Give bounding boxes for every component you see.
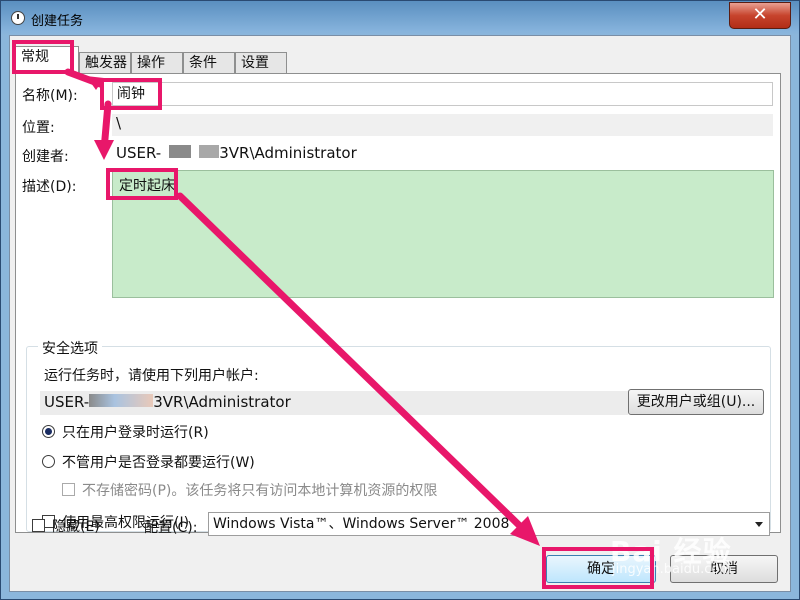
close-button[interactable]: ✕: [729, 2, 791, 29]
author-prefix: USER-: [116, 144, 162, 162]
hidden-label[interactable]: 隐藏(E): [52, 516, 100, 536]
location-label: 位置:: [22, 120, 55, 136]
run-as-user-value: USER- 3VR\Administrator: [40, 391, 628, 415]
name-input[interactable]: 闹钟: [112, 82, 773, 106]
author-value: USER- 3VR\Administrator: [116, 144, 357, 162]
run-logged-on-radio[interactable]: [42, 425, 55, 438]
redacted-block: [199, 145, 220, 158]
description-text: 定时起床: [119, 178, 175, 194]
user-suffix: 3VR\Administrator: [153, 393, 291, 411]
create-task-window: 创建任务 ✕ 常规 触发器 操作 条件 设置 名称(M): 闹钟 位置: \ 创…: [0, 0, 800, 600]
tab-triggers[interactable]: 触发器: [79, 52, 131, 74]
redacted-block: [169, 145, 192, 158]
redacted-block: [89, 394, 154, 407]
tab-settings[interactable]: 设置: [235, 52, 287, 74]
description-label: 描述(D):: [22, 179, 77, 195]
author-label: 创建者:: [22, 149, 69, 165]
run-whether-label[interactable]: 不管用户是否登录都要运行(W): [62, 452, 255, 472]
hidden-checkbox[interactable]: [32, 519, 45, 532]
clock-icon: [11, 11, 25, 25]
tab-actions[interactable]: 操作: [131, 52, 183, 74]
no-store-password-label[interactable]: 不存储密码(P)。该任务将只有访问本地计算机资源的权限: [82, 480, 446, 500]
change-user-button[interactable]: 更改用户或组(U)...: [628, 389, 764, 415]
window-title: 创建任务: [31, 14, 84, 29]
run-logged-on-label[interactable]: 只在用户登录时运行(R): [62, 422, 209, 442]
name-label: 名称(M):: [22, 88, 78, 104]
configure-value: Windows Vista™、Windows Server™ 2008: [213, 516, 510, 532]
chevron-down-icon: [755, 522, 763, 527]
security-options-title: 安全选项: [38, 338, 102, 358]
run-as-label: 运行任务时，请使用下列用户帐户:: [44, 368, 259, 384]
description-textarea[interactable]: 定时起床: [112, 170, 774, 298]
run-whether-radio[interactable]: [42, 455, 55, 468]
title-bar[interactable]: 创建任务 ✕: [1, 1, 799, 35]
tab-conditions[interactable]: 条件: [183, 52, 235, 74]
user-prefix: USER-: [44, 393, 90, 411]
general-tab-panel: 名称(M): 闹钟 位置: \ 创建者: USER- 3VR\Administra…: [15, 73, 781, 533]
configure-label: 配置(C):: [144, 520, 198, 536]
location-value: \: [112, 114, 773, 136]
dialog-client-area: 常规 触发器 操作 条件 设置 名称(M): 闹钟 位置: \ 创建者: USE…: [9, 35, 791, 592]
no-store-password-checkbox[interactable]: [62, 483, 75, 496]
baidu-watermark-url: jingyan.baidu.com: [612, 562, 732, 577]
author-suffix: 3VR\Administrator: [219, 144, 357, 162]
tab-general[interactable]: 常规: [15, 46, 79, 76]
